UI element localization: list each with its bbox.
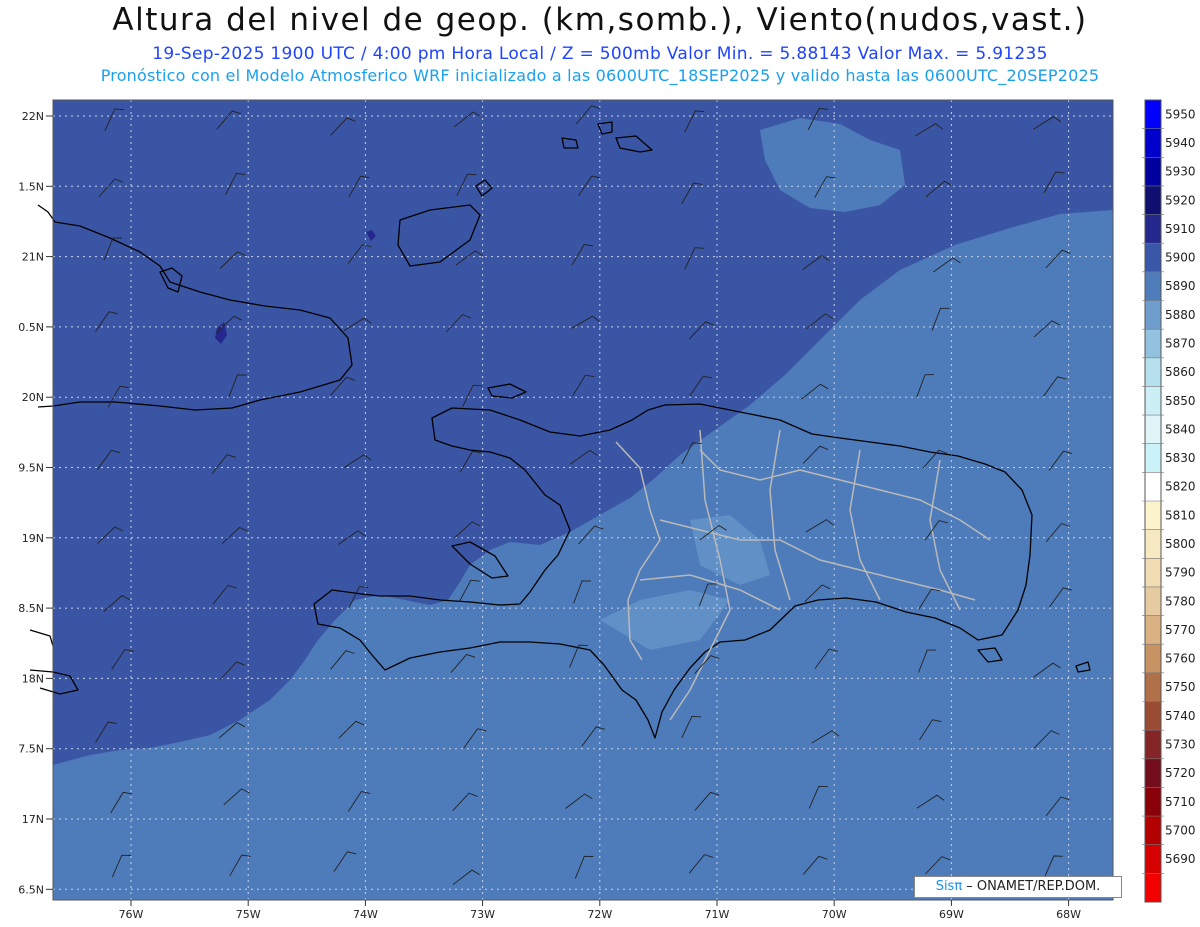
colorbar-label: 5870 [1165, 336, 1196, 350]
colorbar-swatch [1145, 529, 1161, 559]
colorbar-label: 5900 [1165, 251, 1196, 265]
colorbar-swatch [1145, 873, 1161, 903]
colorbar-swatch [1145, 329, 1161, 359]
colorbar-swatch [1145, 644, 1161, 674]
colorbar-swatch [1145, 844, 1161, 874]
lat-tick-label: 21N [22, 251, 44, 264]
colorbar-swatch [1145, 128, 1161, 158]
colorbar-label: 5760 [1165, 652, 1196, 666]
colorbar-label: 5850 [1165, 394, 1196, 408]
lon-tick-label: 73W [470, 908, 495, 921]
colorbar-swatch [1145, 415, 1161, 445]
colorbar-label: 5920 [1165, 193, 1196, 207]
sispi-logo-text: Sisπ [935, 879, 963, 894]
lat-tick-label: 8.5N [18, 602, 44, 615]
lon-tick-label: 68W [1056, 908, 1081, 921]
colorbar-label: 5790 [1165, 566, 1196, 580]
colorbar-label: 5780 [1165, 594, 1196, 608]
lat-tick-label: 1.5N [18, 180, 44, 193]
lat-tick-label: 20N [22, 391, 44, 404]
colorbar-label: 5730 [1165, 737, 1196, 751]
lat-tick-label: 7.5N [18, 743, 44, 756]
colorbar-label: 5770 [1165, 623, 1196, 637]
colorbar-label: 5930 [1165, 165, 1196, 179]
colorbar-swatch [1145, 214, 1161, 244]
colorbar-label: 5700 [1165, 823, 1196, 837]
colorbar-swatch [1145, 386, 1161, 416]
lon-tick-label: 69W [939, 908, 964, 921]
colorbar-label: 5840 [1165, 422, 1196, 436]
colorbar-label: 5810 [1165, 508, 1196, 522]
lon-tick-label: 75W [236, 908, 261, 921]
colorbar-swatch [1145, 243, 1161, 273]
jamaica-north-fragment [29, 629, 54, 647]
colorbar-label: 5750 [1165, 680, 1196, 694]
lon-tick-label: 71W [705, 908, 730, 921]
colorbar-swatch [1145, 501, 1161, 531]
colorbar-label: 5950 [1165, 107, 1196, 121]
colorbar-swatch [1145, 701, 1161, 731]
colorbar-label: 5740 [1165, 709, 1196, 723]
colorbar-label: 5690 [1165, 852, 1196, 866]
colorbar-label: 5940 [1165, 136, 1196, 150]
colorbar-swatch [1145, 157, 1161, 187]
colorbar-swatch [1145, 758, 1161, 788]
lat-tick-label: 9.5N [18, 462, 44, 475]
geopotential-field [53, 100, 1113, 900]
colorbar-swatch [1145, 100, 1161, 130]
colorbar-label: 5800 [1165, 537, 1196, 551]
lat-tick-label: 19N [22, 532, 44, 545]
longitude-axis: 76W 75W 74W 73W 72W 71W 70W 69W 68W [119, 900, 1081, 921]
colorbar-swatch [1145, 357, 1161, 387]
colorbar-label: 5860 [1165, 365, 1196, 379]
colorbar-label: 5820 [1165, 480, 1196, 494]
lon-tick-label: 70W [822, 908, 847, 921]
colorbar-label: 5890 [1165, 279, 1196, 293]
colorbar-swatch [1145, 586, 1161, 617]
lon-tick-label: 74W [353, 908, 378, 921]
latitude-axis: 22N 1.5N 21N 0.5N 20N 9.5N 19N 8.5N 18N 7.5N 17N 6.… [18, 110, 53, 896]
lon-tick-label: 76W [119, 908, 144, 921]
colorbar-swatch [1145, 816, 1161, 846]
credit-box: Sisπ – ONAMET/REP.DOM. [914, 876, 1122, 898]
forecast-map: 22N 1.5N 21N 0.5N 20N 9.5N 19N 8.5N 18N 7.5N 17N 6.… [18, 99, 1196, 921]
colorbar-swatch [1145, 787, 1161, 817]
colorbar-label: 5880 [1165, 308, 1196, 322]
colorbar-swatch [1145, 185, 1161, 216]
colorbar-label: 5720 [1165, 766, 1196, 780]
colorbar-swatch [1145, 558, 1161, 588]
colorbar-swatch [1145, 672, 1161, 702]
colorbar-label: 5830 [1165, 451, 1196, 465]
colorbar-swatch [1145, 615, 1161, 645]
lat-tick-label: 18N [22, 672, 44, 685]
colorbar-swatch [1145, 472, 1161, 502]
lat-tick-label: 6.5N [18, 883, 44, 896]
colorbar-swatch [1145, 443, 1161, 473]
colorbar-swatch [1145, 730, 1161, 760]
colorbar-label: 5710 [1165, 795, 1196, 809]
colorbar-label: 5910 [1165, 222, 1196, 236]
colorbar-swatch [1145, 271, 1161, 301]
lat-tick-label: 22N [22, 110, 44, 123]
onamet-credit: – ONAMET/REP.DOM. [962, 879, 1101, 894]
colorbar-swatch [1145, 300, 1161, 330]
lon-tick-label: 72W [587, 908, 612, 921]
lat-tick-label: 0.5N [18, 321, 44, 334]
color-bar: 5950 5940 5930 5920 5910 5900 5890 5880 5870 5860… [1142, 99, 1196, 903]
lat-tick-label: 17N [22, 813, 44, 826]
